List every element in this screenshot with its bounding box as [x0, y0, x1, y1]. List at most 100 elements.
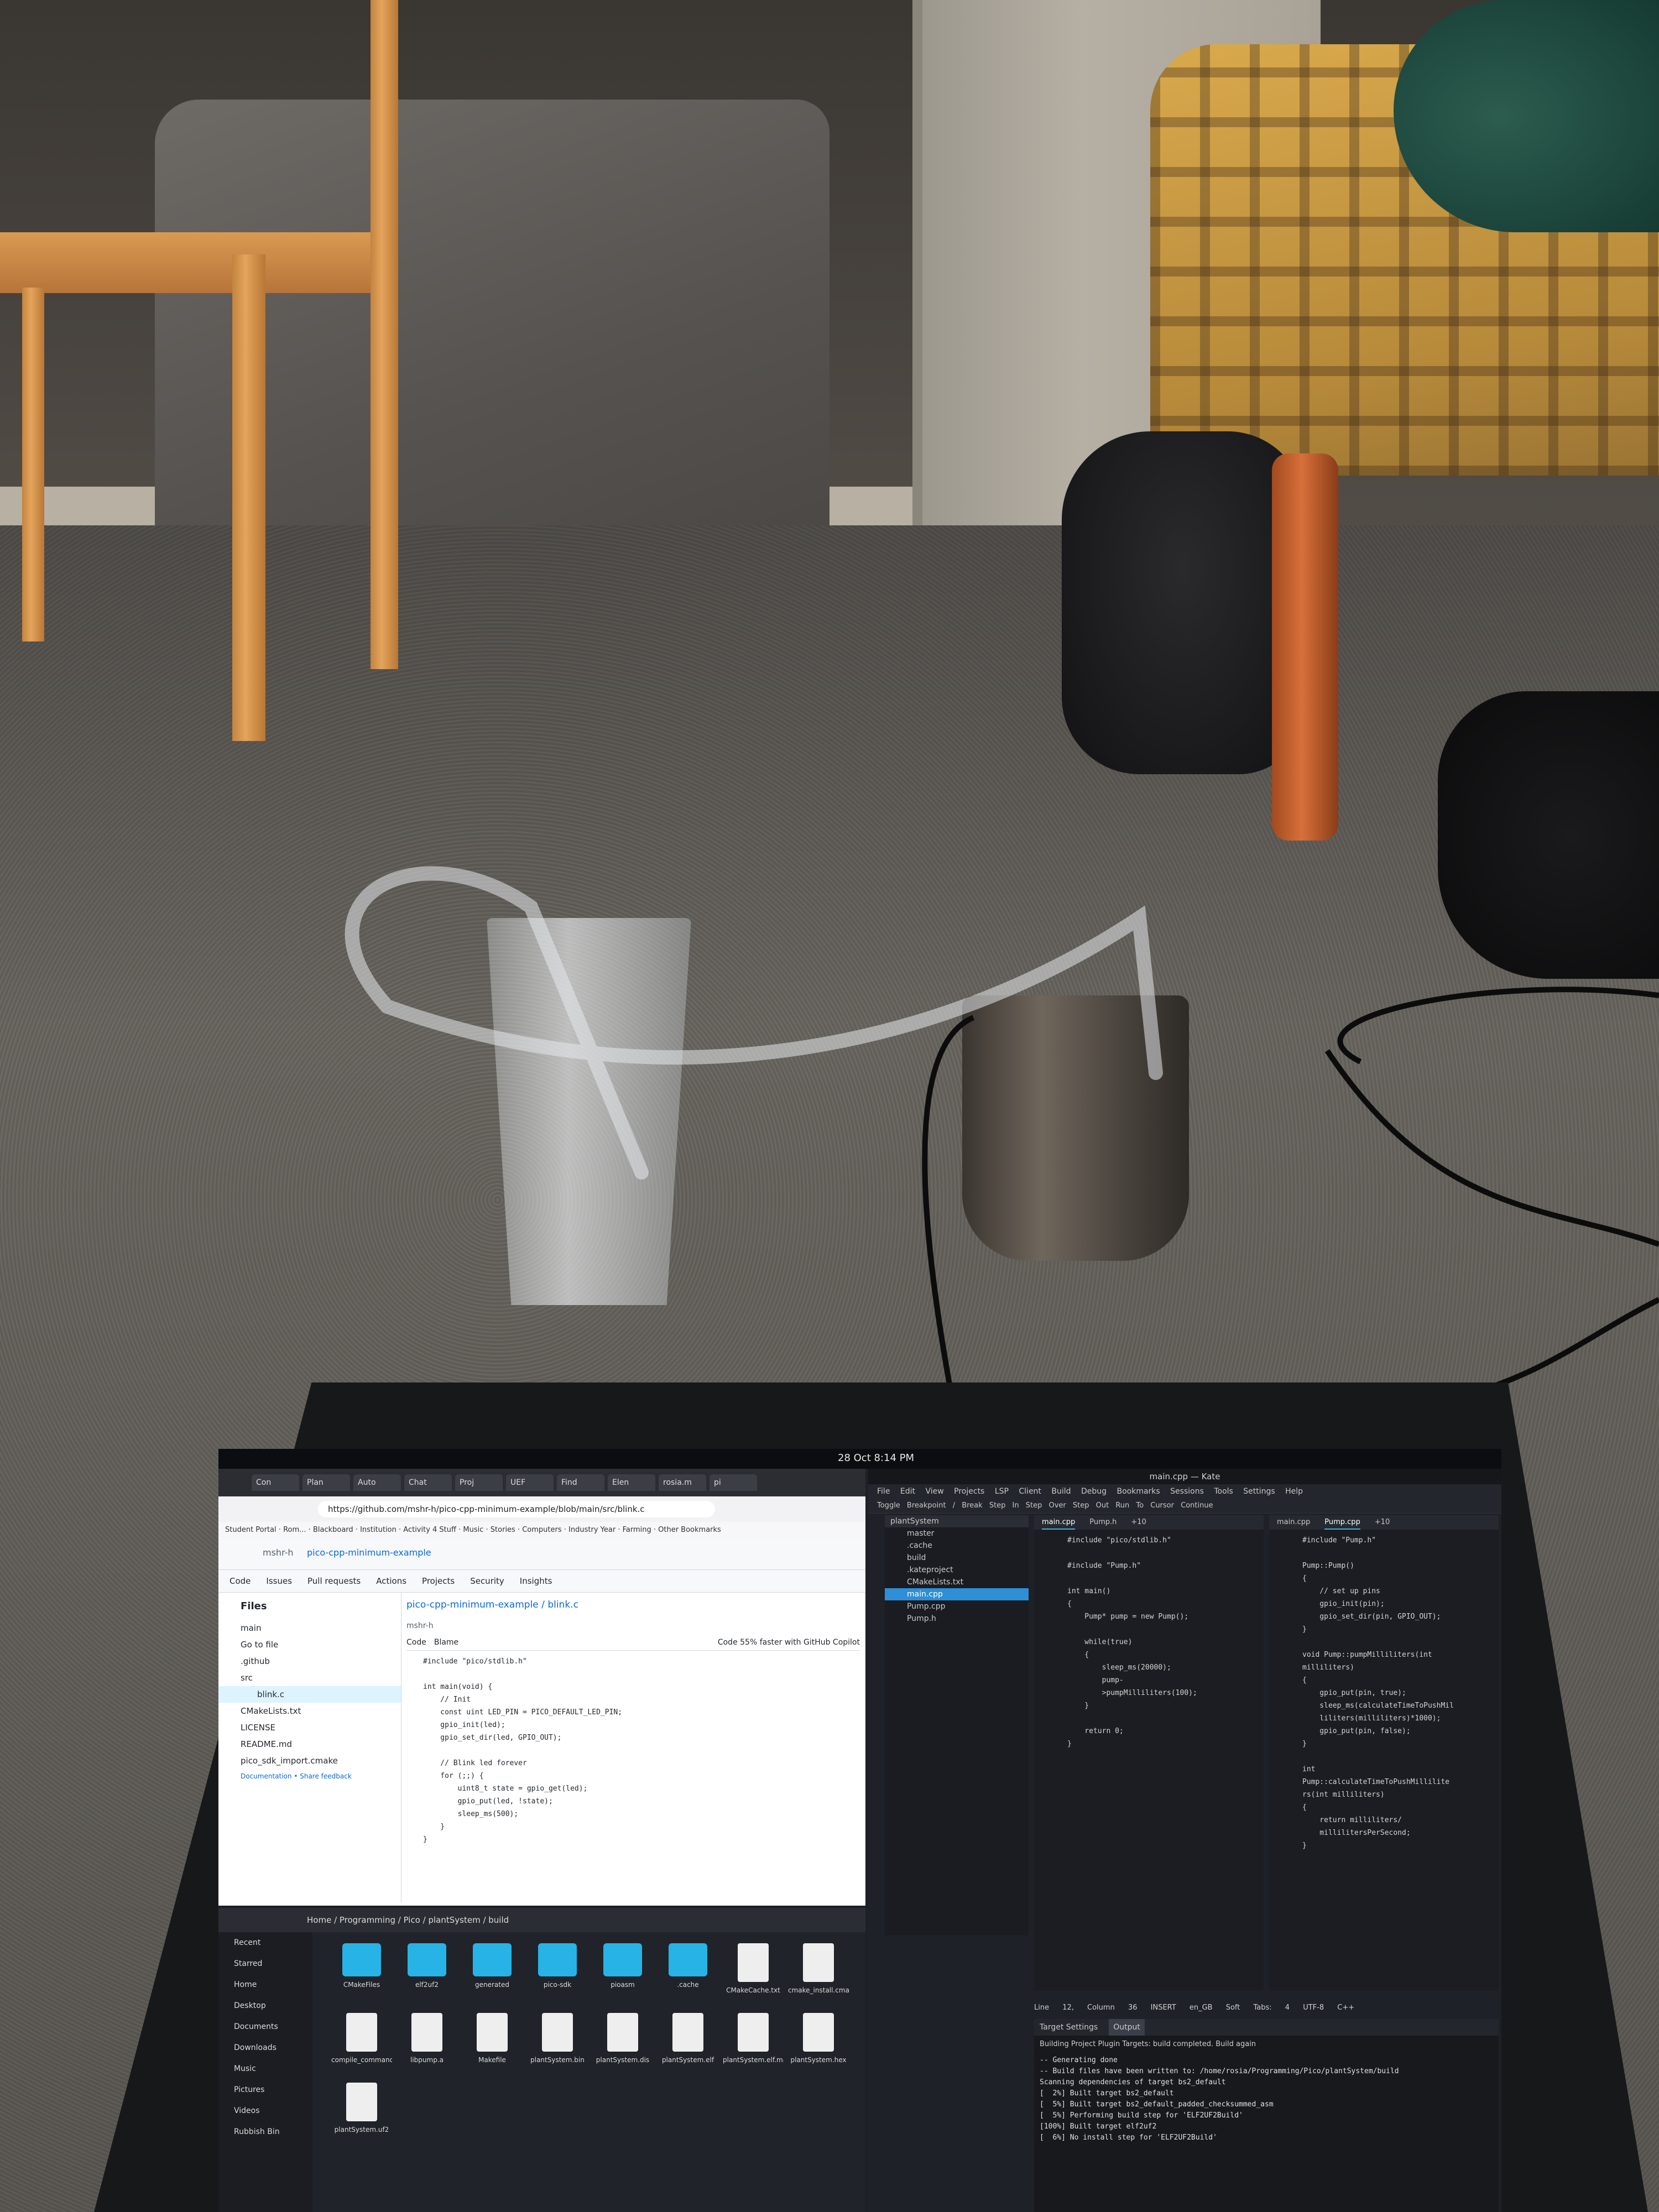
editor-tab[interactable]: Pump.cpp	[1324, 1515, 1360, 1530]
browser-tab-active[interactable]: pi	[709, 1474, 757, 1491]
bookmark[interactable]: Computers	[522, 1526, 561, 1534]
bookmark[interactable]: Institution	[360, 1526, 397, 1534]
menu-sessions[interactable]: Sessions	[1170, 1487, 1204, 1496]
bookmark[interactable]: Other Bookmarks	[658, 1526, 721, 1534]
browser-tab[interactable]: Auto	[353, 1474, 401, 1491]
editor-tab-overflow[interactable]: +10	[1131, 1515, 1146, 1530]
browser-tab[interactable]: Find	[557, 1474, 604, 1491]
bookmark[interactable]: Rom...	[283, 1526, 306, 1534]
menu-edit[interactable]: Edit	[900, 1487, 915, 1496]
run-to-cursor-button[interactable]: Run To Cursor	[1115, 1501, 1174, 1510]
menu-debug[interactable]: Debug	[1081, 1487, 1107, 1496]
latest-commit[interactable]: mshr-h	[406, 1617, 860, 1635]
file-item[interactable]: plantSystem.elf.map	[721, 2013, 786, 2064]
path-bar[interactable]: Home / Programming / Pico / plantSystem …	[218, 1908, 865, 1932]
tree-item-selected[interactable]: blink.c	[218, 1686, 401, 1703]
bookmark[interactable]: Blackboard	[313, 1526, 353, 1534]
target-settings-tab[interactable]: Target Settings	[1040, 2019, 1098, 2036]
tree-item[interactable]: pico_sdk_import.cmake	[218, 1752, 401, 1769]
browser-window[interactable]: Con Plan Auto Chat Proj UEF Find Elen ro…	[218, 1469, 865, 1906]
step-over-button[interactable]: Step Over	[1026, 1501, 1066, 1510]
place-recent[interactable]: Recent	[218, 1932, 312, 1953]
place-music[interactable]: Music	[218, 2058, 312, 2079]
place-downloads[interactable]: Downloads	[218, 2037, 312, 2058]
repo-tab-projects[interactable]: Projects	[422, 1570, 455, 1592]
cursor-position[interactable]: Line 12, Column 36	[1034, 2004, 1138, 2012]
breadcrumb-repo[interactable]: pico-cpp-minimum-example	[406, 1599, 539, 1610]
place-starred[interactable]: Starred	[218, 1953, 312, 1974]
browser-tab[interactable]: rosia.m	[659, 1474, 706, 1491]
place-desktop[interactable]: Desktop	[218, 1995, 312, 2016]
tree-item[interactable]: src	[218, 1670, 401, 1686]
file-item[interactable]: plantSystem.dis	[590, 2013, 655, 2064]
repo-tab-actions[interactable]: Actions	[376, 1570, 406, 1592]
encoding[interactable]: UTF-8	[1303, 2004, 1324, 2012]
place-videos[interactable]: Videos	[218, 2100, 312, 2121]
go-to-file-input[interactable]: Go to file	[218, 1636, 401, 1653]
browser-tab[interactable]: Chat	[404, 1474, 452, 1491]
repo-tab-pull-requests[interactable]: Pull requests	[307, 1570, 361, 1592]
tree-item[interactable]: CMakeLists.txt	[218, 1703, 401, 1719]
file-item[interactable]: plantSystem.hex	[786, 2013, 851, 2064]
indent-setting[interactable]: Soft Tabs: 4	[1226, 2004, 1290, 2012]
repo-tab-security[interactable]: Security	[470, 1570, 504, 1592]
step-in-button[interactable]: Step In	[989, 1501, 1019, 1510]
blame-tab[interactable]: Blame	[434, 1638, 458, 1647]
bookmark[interactable]: Industry Year	[568, 1526, 615, 1534]
menu-bookmarks[interactable]: Bookmarks	[1117, 1487, 1160, 1496]
copilot-link[interactable]: Code 55% faster with GitHub Copilot	[718, 1638, 860, 1647]
menu-help[interactable]: Help	[1285, 1487, 1303, 1496]
tree-item[interactable]: .github	[218, 1653, 401, 1670]
file-item[interactable]: plantSystem.uf2	[329, 2083, 394, 2133]
toggle-breakpoint-button[interactable]: Toggle Breakpoint / Break	[877, 1501, 983, 1510]
browser-tab[interactable]: Plan	[302, 1474, 350, 1491]
project-item[interactable]: .cache	[885, 1540, 1029, 1552]
repo-name-link[interactable]: pico-cpp-minimum-example	[307, 1547, 431, 1558]
place-rubbish-bin[interactable]: Rubbish Bin	[218, 2121, 312, 2142]
bookmark[interactable]: Stories	[491, 1526, 515, 1534]
menu-projects[interactable]: Projects	[954, 1487, 984, 1496]
project-item[interactable]: Pump.cpp	[885, 1600, 1029, 1613]
project-item[interactable]: .kateproject	[885, 1564, 1029, 1576]
bookmark[interactable]: Student Portal	[225, 1526, 276, 1534]
syntax-mode[interactable]: C++	[1337, 2004, 1354, 2012]
menu-lsp-client[interactable]: LSP Client	[995, 1487, 1041, 1496]
right-code[interactable]: #include "Pump.h" Pump::Pump() { // set …	[1269, 1530, 1499, 1852]
tree-item[interactable]: README.md	[218, 1736, 401, 1752]
continue-button[interactable]: Continue	[1181, 1501, 1213, 1510]
folder-item[interactable]: pioasm	[590, 1943, 655, 1994]
file-item[interactable]: compile_commands.json	[329, 2013, 394, 2064]
menu-tools[interactable]: Tools	[1214, 1487, 1233, 1496]
browser-tab[interactable]: UEF	[506, 1474, 554, 1491]
project-item[interactable]: CMakeLists.txt	[885, 1576, 1029, 1588]
bookmark[interactable]: Activity 4 Stuff	[403, 1526, 456, 1534]
editor-tab[interactable]: main.cpp	[1277, 1515, 1310, 1530]
repo-tab-issues[interactable]: Issues	[266, 1570, 292, 1592]
file-item[interactable]: libpump.a	[394, 2013, 460, 2064]
input-mode[interactable]: INSERT	[1151, 2004, 1176, 2012]
repo-tab-code[interactable]: Code	[229, 1570, 251, 1592]
file-item[interactable]: CMakeCache.txt	[721, 1943, 786, 1994]
browser-tab[interactable]: Elen	[608, 1474, 655, 1491]
menu-build[interactable]: Build	[1051, 1487, 1071, 1496]
project-item[interactable]: build	[885, 1552, 1029, 1564]
url-input[interactable]: https://github.com/mshr-h/pico-cpp-minim…	[318, 1501, 715, 1517]
file-item[interactable]: plantSystem.bin	[525, 2013, 590, 2064]
tree-item[interactable]: LICENSE	[218, 1719, 401, 1736]
folder-item[interactable]: pico-sdk	[525, 1943, 590, 1994]
repo-tab-insights[interactable]: Insights	[520, 1570, 552, 1592]
project-root[interactable]: plantSystem	[885, 1515, 1029, 1527]
editor-tab-overflow[interactable]: +10	[1375, 1515, 1390, 1530]
editor-tab[interactable]: main.cpp	[1042, 1515, 1076, 1530]
file-item[interactable]: cmake_install.cmake	[786, 1943, 851, 1994]
browser-tab[interactable]: Proj	[455, 1474, 503, 1491]
left-code[interactable]: #include "pico/stdlib.h" #include "Pump.…	[1034, 1530, 1264, 1750]
browser-tab[interactable]: Con	[252, 1474, 299, 1491]
folder-item[interactable]: elf2uf2	[394, 1943, 460, 1994]
branch-selector[interactable]: main	[218, 1620, 401, 1636]
repo-owner-link[interactable]: mshr-h	[263, 1547, 294, 1558]
file-item[interactable]: plantSystem.elf	[655, 2013, 721, 2064]
git-branch[interactable]: master	[885, 1527, 1029, 1540]
kate-editor-window[interactable]: main.cpp — Kate File Edit View Projects …	[868, 1469, 1501, 2212]
spell-language[interactable]: en_GB	[1190, 2004, 1213, 2012]
